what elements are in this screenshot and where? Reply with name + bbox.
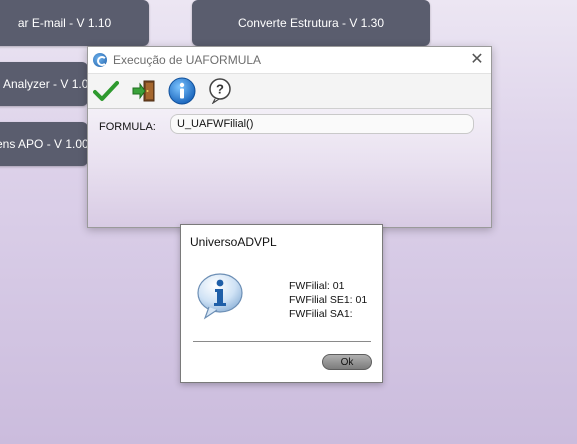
info-button[interactable] bbox=[168, 77, 196, 105]
ok-button[interactable]: Ok bbox=[322, 354, 372, 370]
app-logo-icon bbox=[93, 53, 107, 67]
confirm-button[interactable] bbox=[92, 77, 120, 105]
message-dialog-title: UniversoADVPL bbox=[190, 235, 277, 249]
formula-input[interactable] bbox=[170, 114, 474, 134]
background-apo-button[interactable]: ens APO - V 1.00 bbox=[0, 122, 88, 166]
message-line: FWFilial: 01 bbox=[289, 280, 345, 292]
message-lines: FWFilial: 01 FWFilial SE1: 01 FWFilial S… bbox=[289, 279, 367, 321]
info-balloon-icon bbox=[197, 273, 243, 320]
message-line: FWFilial SE1: 01 bbox=[289, 294, 368, 306]
help-button[interactable]: ? bbox=[206, 77, 234, 105]
message-line: FWFilial SA1: bbox=[289, 308, 353, 320]
close-icon[interactable]: ✕ bbox=[469, 51, 485, 68]
form-area: FORMULA: bbox=[88, 109, 491, 227]
check-icon bbox=[93, 81, 119, 101]
background-email-button[interactable]: ar E-mail - V 1.10 bbox=[0, 0, 149, 46]
help-icon: ? bbox=[209, 78, 231, 104]
background-analyzer-button[interactable]: Analyzer - V 1.00 bbox=[0, 62, 88, 106]
info-icon bbox=[168, 77, 196, 105]
window-title: Execução de UAFORMULA bbox=[113, 53, 262, 67]
divider bbox=[193, 341, 371, 342]
exit-door-icon bbox=[132, 80, 155, 102]
window-toolbar: ? bbox=[88, 73, 491, 109]
uaformula-window: Execução de UAFORMULA ✕ ? FORMULA: U_UAF… bbox=[87, 46, 492, 228]
message-dialog: UniversoADVPL FWFilial: 01 FWFilial SE1:… bbox=[180, 224, 383, 383]
background-converte-estrutura-button[interactable]: Converte Estrutura - V 1.30 bbox=[192, 0, 430, 46]
svg-text:?: ? bbox=[216, 82, 224, 97]
formula-label: FORMULA: bbox=[99, 121, 156, 133]
window-titlebar: Execução de UAFORMULA ✕ bbox=[88, 47, 491, 73]
exit-button[interactable] bbox=[130, 77, 158, 105]
